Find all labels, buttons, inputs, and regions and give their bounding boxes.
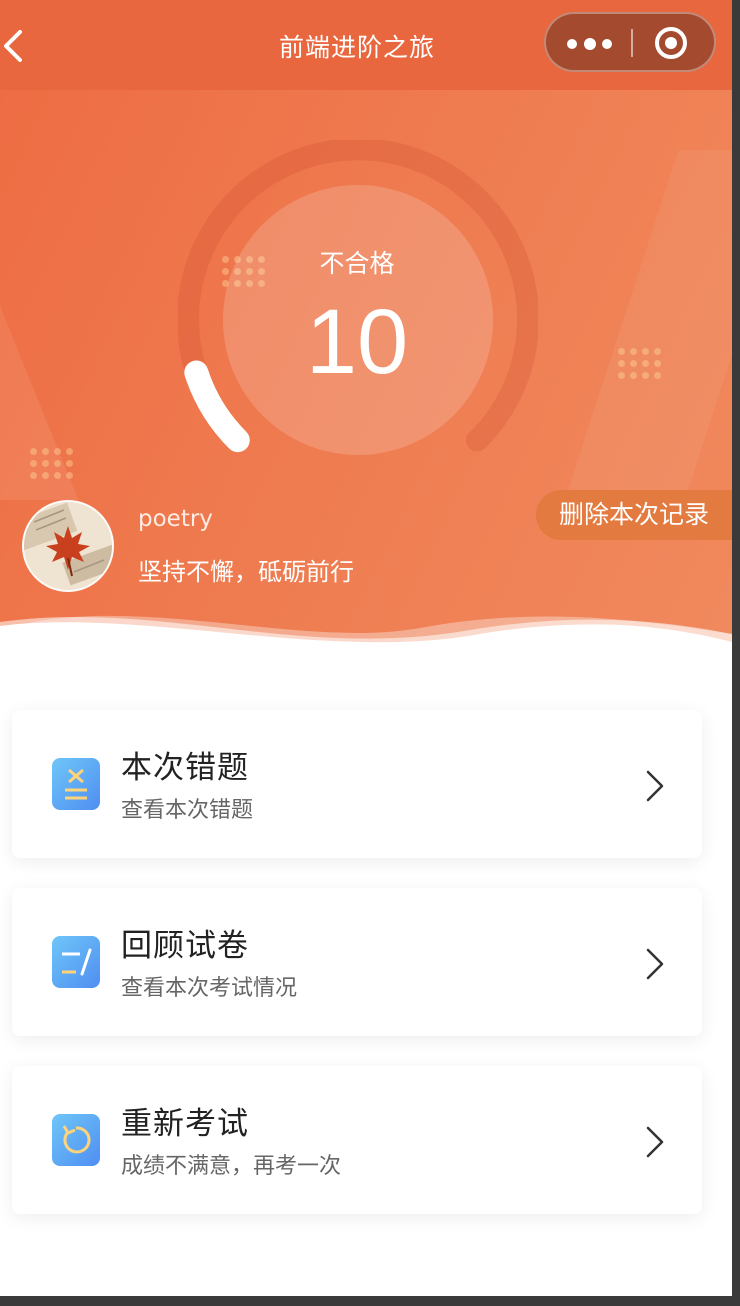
wave-divider — [0, 615, 732, 680]
result-status: 不合格 — [319, 249, 395, 278]
navigation-bar: 前端进阶之旅 — [0, 0, 732, 90]
review-paper-icon — [52, 936, 100, 988]
delete-record-button[interactable]: 删除本次记录 — [536, 490, 732, 540]
chevron-right-icon — [646, 770, 664, 802]
card-subtitle: 成绩不满意，再考一次 — [121, 1154, 342, 1179]
wrong-questions-card[interactable]: 本次错题 查看本次错题 — [12, 710, 702, 858]
wrong-questions-icon — [52, 758, 100, 810]
score-value: 10 — [305, 291, 409, 393]
card-subtitle: 查看本次考试情况 — [121, 976, 298, 1001]
maple-leaf-avatar[interactable] — [22, 500, 114, 592]
card-subtitle: 查看本次错题 — [121, 798, 254, 823]
card-title: 回顾试卷 — [121, 928, 249, 964]
chevron-right-icon — [646, 948, 664, 980]
decorative-dots — [30, 448, 73, 479]
target-close-icon[interactable] — [654, 26, 688, 60]
phone-screen: 前端进阶之旅 不合格 10 poetry 坚持不懈，砥砺前行 删除本次记录 本次… — [0, 0, 732, 1296]
review-paper-card[interactable]: 回顾试卷 查看本次考试情况 — [12, 888, 702, 1036]
user-name: poetry — [138, 506, 213, 532]
result-header: 前端进阶之旅 不合格 10 poetry 坚持不懈，砥砺前行 删除本次记录 — [0, 0, 732, 680]
chevron-right-icon — [646, 1126, 664, 1158]
capsule-divider — [631, 29, 633, 57]
card-title: 本次错题 — [121, 750, 249, 786]
user-motto: 坚持不懈，砥砺前行 — [138, 558, 354, 586]
mini-program-capsule — [544, 12, 716, 72]
more-dots-icon[interactable] — [546, 14, 632, 70]
retake-exam-card[interactable]: 重新考试 成绩不满意，再考一次 — [12, 1066, 702, 1214]
card-title: 重新考试 — [121, 1106, 249, 1142]
retake-icon — [52, 1114, 100, 1166]
